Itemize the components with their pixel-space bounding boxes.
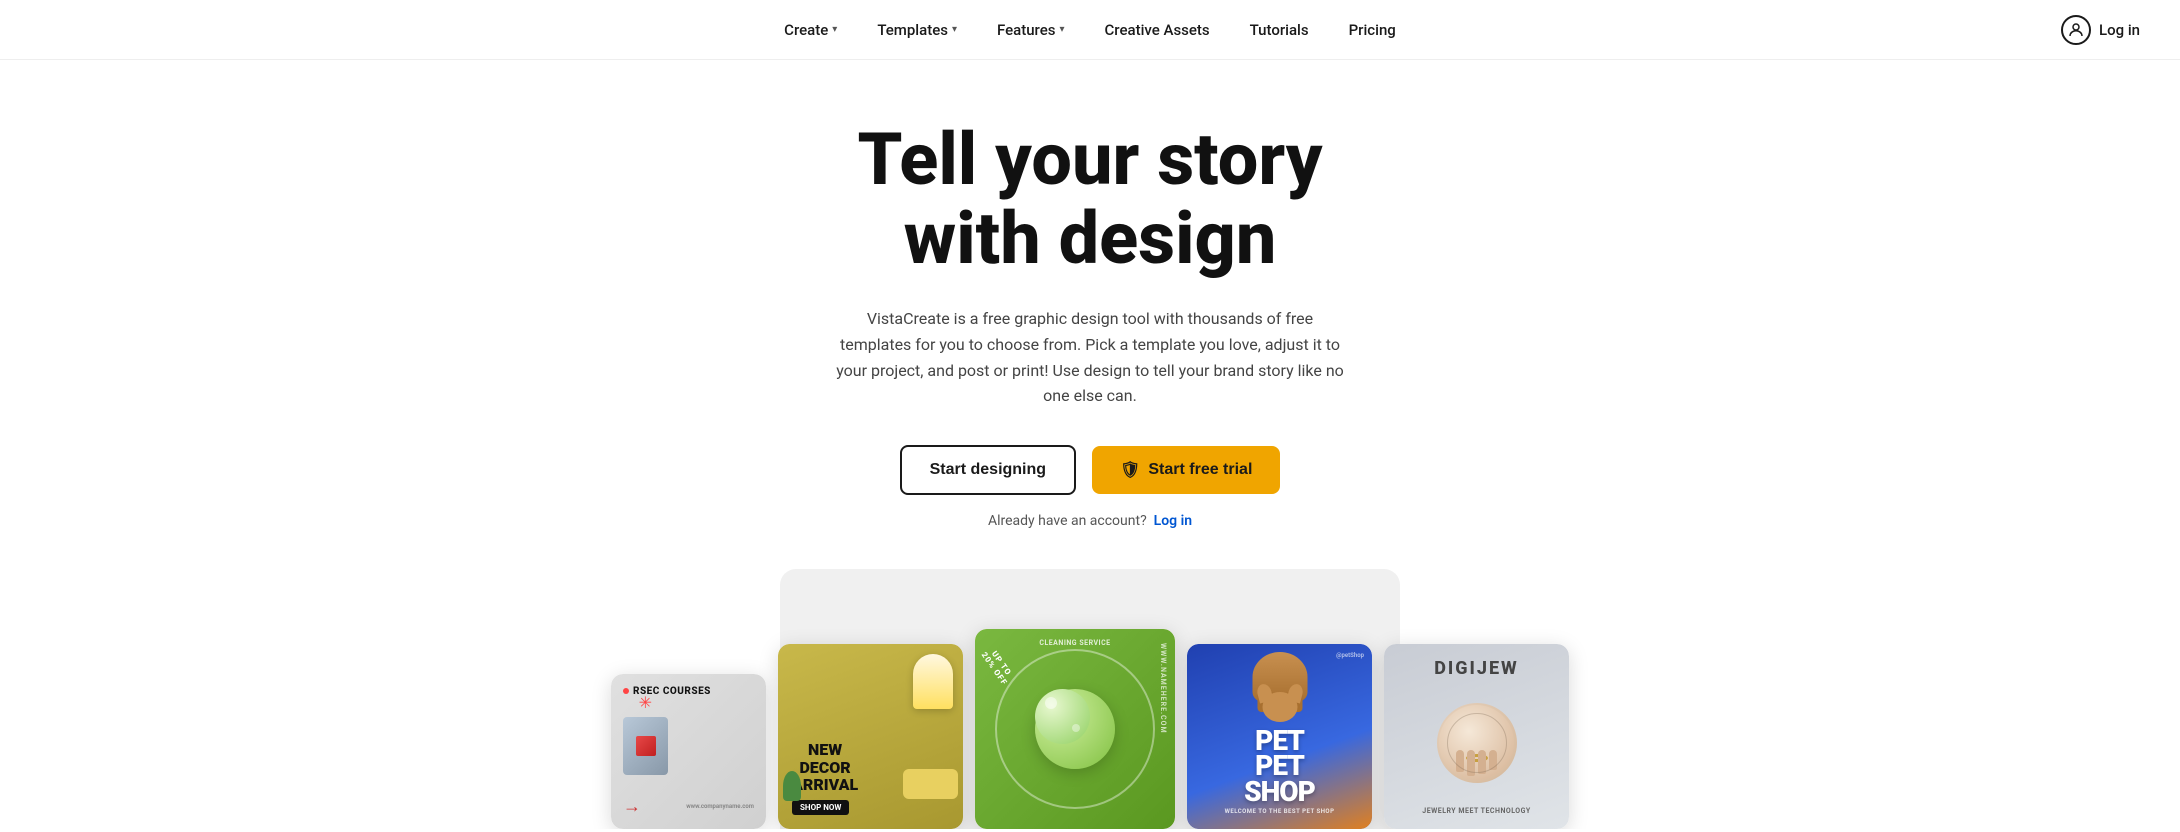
navbar: Create ▾ Templates ▾ Features ▾ Creative… [0, 0, 2180, 60]
card-digijew-content: DIGIJEW [1384, 644, 1569, 829]
card-decor-title: NEW DECOR ARRIVAL [792, 741, 858, 794]
sofa-decoration [903, 769, 958, 799]
hero-subtitle: VistaCreate is a free graphic design too… [830, 306, 1350, 408]
nav-item-create[interactable]: Create ▾ [784, 21, 837, 39]
chevron-down-icon: ▾ [952, 24, 957, 35]
nav-center: Create ▾ Templates ▾ Features ▾ Creative… [784, 21, 1396, 39]
card-decor-shop-btn: SHOP NOW [792, 800, 849, 815]
card-digijew-title: DIGIJEW [1434, 658, 1519, 679]
shield-icon: 🛡 [1120, 460, 1140, 480]
nav-features-label: Features [997, 21, 1055, 39]
login-button[interactable]: Log in [2061, 15, 2140, 45]
card-digijew-subtitle: JEWELRY MEET TECHNOLOGY [1422, 807, 1530, 815]
nav-item-features[interactable]: Features ▾ [997, 21, 1065, 39]
nav-item-templates[interactable]: Templates ▾ [877, 21, 957, 39]
hero-section: Tell your story with design VistaCreate … [0, 60, 2180, 569]
plant-decoration [783, 771, 801, 801]
user-avatar-icon [2061, 15, 2091, 45]
nav-tutorials-label: Tutorials [1250, 21, 1309, 39]
chevron-down-icon: ▾ [1059, 24, 1064, 35]
nav-create-label: Create [784, 21, 828, 39]
nav-pricing-label: Pricing [1349, 21, 1396, 39]
nav-templates-label: Templates [877, 21, 948, 39]
cards-row: RSEC COURSES ✳ → www.companyname.com [611, 629, 1569, 829]
start-designing-button[interactable]: Start designing [900, 445, 1076, 495]
card-petshop-subtitle: WELCOME TO THE BEST PET SHOP [1225, 808, 1335, 815]
sponge-image [1035, 689, 1115, 769]
list-item[interactable]: @petShop PET PET [1187, 644, 1372, 829]
card-rsec-url: www.companyname.com [686, 803, 754, 810]
card-cleaning-url: www.namehere.com [1159, 643, 1167, 734]
card-rsec-content: RSEC COURSES ✳ → www.companyname.com [611, 674, 766, 829]
nav-item-pricing[interactable]: Pricing [1349, 21, 1396, 39]
card-cleaning-content: UP TO20% OFF www.namehere.com CLEANING S… [975, 629, 1175, 829]
nav-item-creative-assets[interactable]: Creative Assets [1105, 21, 1210, 39]
nav-creative-assets-label: Creative Assets [1105, 21, 1210, 39]
list-item[interactable]: UP TO20% OFF www.namehere.com CLEANING S… [975, 629, 1175, 829]
hand-image [1437, 703, 1517, 783]
card-decor-content: NEW DECOR ARRIVAL SHOP NOW [778, 644, 963, 829]
hero-title: Tell your story with design [857, 120, 1322, 278]
card-cleaning-service-label: CLEANING SERVICE [1039, 639, 1110, 647]
arrow-icon: → [623, 796, 641, 817]
list-item[interactable]: DIGIJEW [1384, 644, 1569, 829]
cards-section: RSEC COURSES ✳ → www.companyname.com [0, 569, 2180, 829]
card-petshop-title: PET PET SHOP [1244, 728, 1315, 804]
hero-login-link[interactable]: Log in [1154, 513, 1192, 529]
start-trial-button[interactable]: 🛡 Start free trial [1092, 446, 1280, 494]
list-item[interactable]: NEW DECOR ARRIVAL SHOP NOW [778, 644, 963, 829]
card-petshop-handle: @petShop [1336, 652, 1364, 659]
lamp-decoration [913, 654, 953, 709]
hero-buttons: Start designing 🛡 Start free trial [900, 445, 1281, 495]
star-decoration: ✳ [639, 693, 652, 712]
chevron-down-icon: ▾ [832, 24, 837, 35]
card-petshop-content: @petShop PET PET [1187, 644, 1372, 829]
login-label: Log in [2099, 21, 2140, 39]
account-text: Already have an account? Log in [988, 513, 1192, 529]
card-cleaning-percent: UP TO20% OFF [980, 645, 1017, 687]
nav-item-tutorials[interactable]: Tutorials [1250, 21, 1309, 39]
list-item[interactable]: RSEC COURSES ✳ → www.companyname.com [611, 674, 766, 829]
